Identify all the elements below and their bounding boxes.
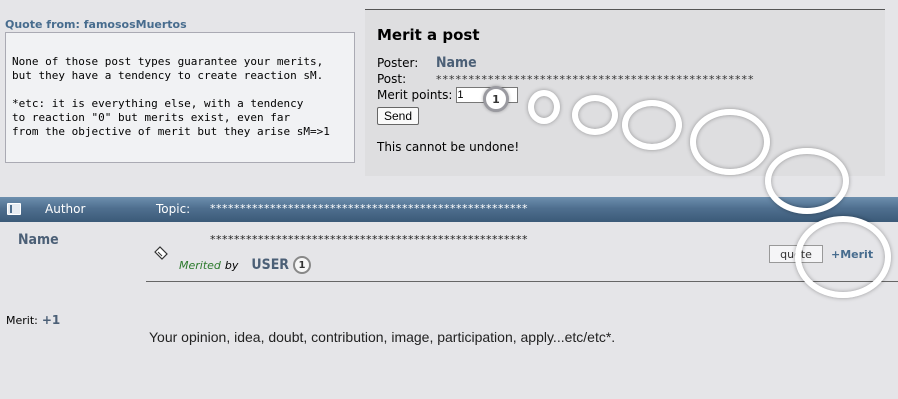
- poster-label: Poster:: [377, 56, 419, 70]
- points-badge: 1: [483, 86, 509, 112]
- quote-header: Quote from: famososMuertos: [5, 18, 187, 31]
- poster-row: Poster: Name: [377, 55, 873, 71]
- undone-warning: This cannot be undone!: [377, 140, 520, 154]
- topic-header-bar: Author Topic: **************************…: [0, 197, 898, 222]
- merit-stat-value: +1: [41, 313, 61, 327]
- post-author-name[interactable]: Name: [18, 232, 59, 248]
- topic-label: Topic:: [156, 202, 191, 216]
- author-merit-stat: Merit: +1: [6, 313, 60, 327]
- post-row: Post: **********************************…: [377, 71, 873, 87]
- merited-count-badge: 1: [293, 256, 312, 274]
- merit-points-label: Merit points:: [377, 88, 453, 102]
- quote-button[interactable]: quote: [769, 245, 823, 263]
- post-title-link[interactable]: ****************************************…: [210, 233, 528, 246]
- merit-stat-label: Merit:: [6, 313, 38, 327]
- document-icon: [7, 203, 21, 215]
- send-button[interactable]: Send: [377, 107, 420, 125]
- topic-title: ****************************************…: [210, 202, 528, 215]
- points-row: Merit points:: [377, 87, 873, 103]
- poster-name-link[interactable]: Name: [436, 55, 477, 71]
- by-label: by: [224, 258, 239, 272]
- merit-panel-title: Merit a post: [377, 26, 480, 44]
- post-label: Post:: [377, 72, 407, 86]
- merited-label: Merited: [179, 258, 221, 272]
- author-column-header: Author: [45, 202, 86, 216]
- merit-panel: Merit a post Poster: Name Post: ********…: [365, 9, 885, 176]
- quote-body: None of those post types guarantee your …: [5, 32, 355, 163]
- post-divider: [146, 281, 898, 282]
- merited-user-link[interactable]: USER: [251, 257, 289, 273]
- post-link[interactable]: ****************************************…: [436, 73, 755, 86]
- merited-by-line: Merited by USER 1: [179, 256, 312, 274]
- post-icon: [154, 246, 168, 260]
- post-body: Your opinion, idea, doubt, contribution,…: [149, 329, 616, 345]
- merit-button[interactable]: +Merit: [831, 248, 873, 261]
